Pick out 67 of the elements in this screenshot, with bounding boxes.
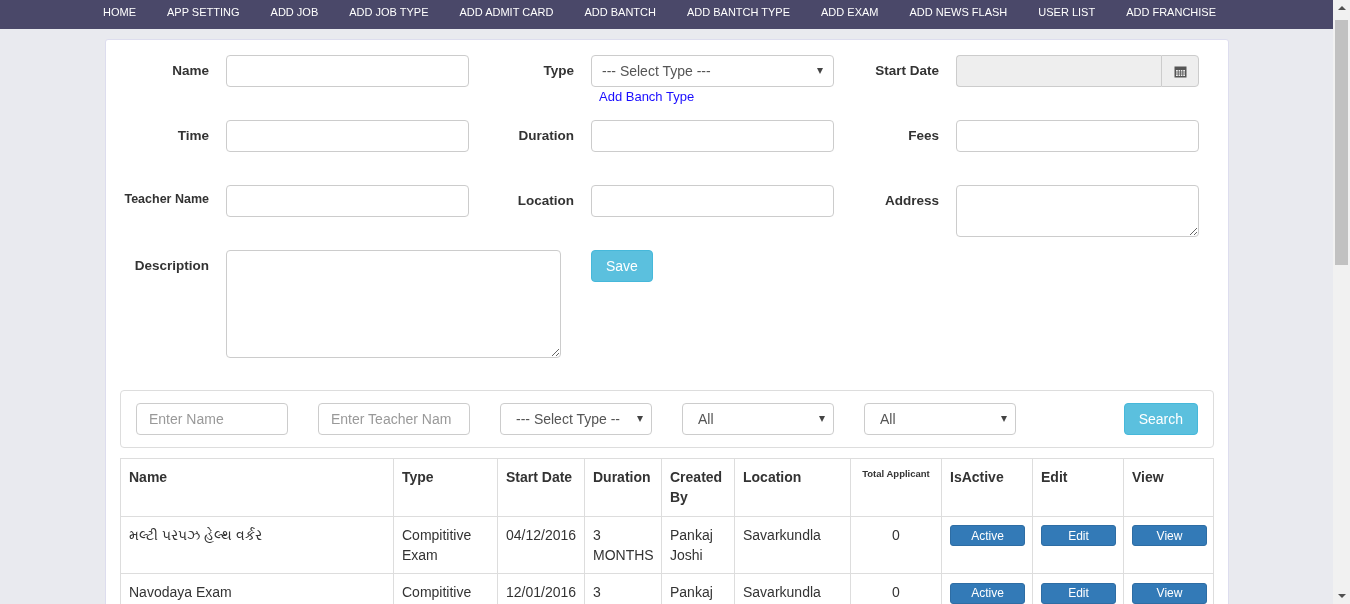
table-cell: 0 bbox=[850, 516, 942, 574]
edit-button[interactable]: Edit bbox=[1041, 582, 1116, 604]
input-field[interactable] bbox=[226, 120, 469, 152]
select-dropdown[interactable]: --- Select Type --- bbox=[591, 55, 834, 87]
column-header: Total Applicant bbox=[850, 458, 942, 517]
field-label: Type bbox=[542, 62, 574, 78]
input-field[interactable] bbox=[226, 185, 469, 217]
active-button[interactable]: Active bbox=[950, 582, 1025, 604]
caret-icon bbox=[817, 68, 823, 74]
column-header: IsActive bbox=[941, 458, 1033, 517]
field-label: Duration bbox=[517, 127, 574, 143]
column-header: Name bbox=[120, 458, 394, 517]
calendar-button[interactable] bbox=[1161, 55, 1199, 87]
caret-icon bbox=[1001, 416, 1007, 422]
text-area[interactable] bbox=[956, 185, 1199, 237]
input-field[interactable] bbox=[591, 185, 834, 217]
nav-link[interactable]: ADD BANTCH TYPE bbox=[686, 6, 791, 23]
input-field[interactable]: Enter Name bbox=[136, 403, 288, 435]
column-header: Type bbox=[393, 458, 498, 517]
table-cell: Navodaya Exam bbox=[120, 573, 394, 604]
table-cell: Pankaj Joshi bbox=[661, 516, 735, 574]
column-header: Duration bbox=[584, 458, 662, 517]
add-type-link[interactable]: Add Banch Type bbox=[599, 89, 695, 104]
input-field[interactable] bbox=[591, 120, 834, 152]
scrollbar[interactable] bbox=[1333, 0, 1350, 604]
field-label: Location bbox=[516, 192, 574, 208]
calendar-icon bbox=[1173, 64, 1187, 78]
column-header: View bbox=[1123, 458, 1214, 517]
table-cell: 3 MONTHS bbox=[584, 516, 662, 574]
active-button[interactable]: Active bbox=[950, 525, 1025, 547]
nav-link[interactable]: HOME bbox=[103, 6, 136, 23]
nav-link[interactable]: APP SETTING bbox=[167, 6, 240, 23]
view-button[interactable]: View bbox=[1132, 582, 1207, 604]
nav-link[interactable]: USER LIST bbox=[1038, 6, 1096, 23]
nav-link[interactable]: ADD NEWS FLASH bbox=[909, 6, 1008, 23]
nav-link[interactable]: ADD JOB bbox=[270, 6, 319, 23]
nav-link[interactable]: ADD FRANCHISE bbox=[1126, 6, 1216, 23]
nav-link[interactable]: ADD BANTCH bbox=[584, 6, 656, 23]
text-area[interactable] bbox=[226, 250, 561, 358]
caret-icon bbox=[637, 416, 643, 422]
column-header: Start Date bbox=[497, 458, 585, 517]
nav-link[interactable]: ADD ADMIT CARD bbox=[459, 6, 554, 23]
table-cell: Savarkundla bbox=[734, 516, 851, 574]
nav-link[interactable]: ADD JOB TYPE bbox=[349, 6, 429, 23]
field-label: Start Date bbox=[874, 62, 939, 78]
nav-link[interactable]: ADD EXAM bbox=[821, 6, 879, 23]
column-header: Created By bbox=[661, 458, 735, 517]
field-label: Name bbox=[171, 62, 209, 78]
select-dropdown[interactable]: --- Select Type -- bbox=[500, 403, 652, 435]
column-header: Location bbox=[734, 458, 851, 517]
select-dropdown[interactable]: All bbox=[864, 403, 1016, 435]
table-cell: Compititive Exam bbox=[393, 516, 498, 574]
input-field[interactable]: Enter Teacher Nam bbox=[318, 403, 470, 435]
edit-button[interactable]: Edit bbox=[1041, 525, 1116, 547]
select-dropdown[interactable]: All bbox=[682, 403, 834, 435]
view-button[interactable]: View bbox=[1132, 525, 1207, 547]
field-label: Fees bbox=[907, 127, 939, 143]
field-label: Address bbox=[883, 192, 939, 208]
field-label: Description bbox=[133, 257, 209, 273]
input-field[interactable] bbox=[956, 120, 1199, 152]
caret-icon bbox=[819, 416, 825, 422]
table-cell: 04/12/2016 bbox=[497, 516, 585, 574]
input-field[interactable] bbox=[226, 55, 469, 87]
field-label: Time bbox=[176, 127, 209, 143]
table-cell: મલ્ટી પરપઝ હેલ્થ વર્કર bbox=[120, 516, 394, 574]
field-label: Teacher Name bbox=[123, 191, 209, 206]
column-header: Edit bbox=[1032, 458, 1124, 517]
